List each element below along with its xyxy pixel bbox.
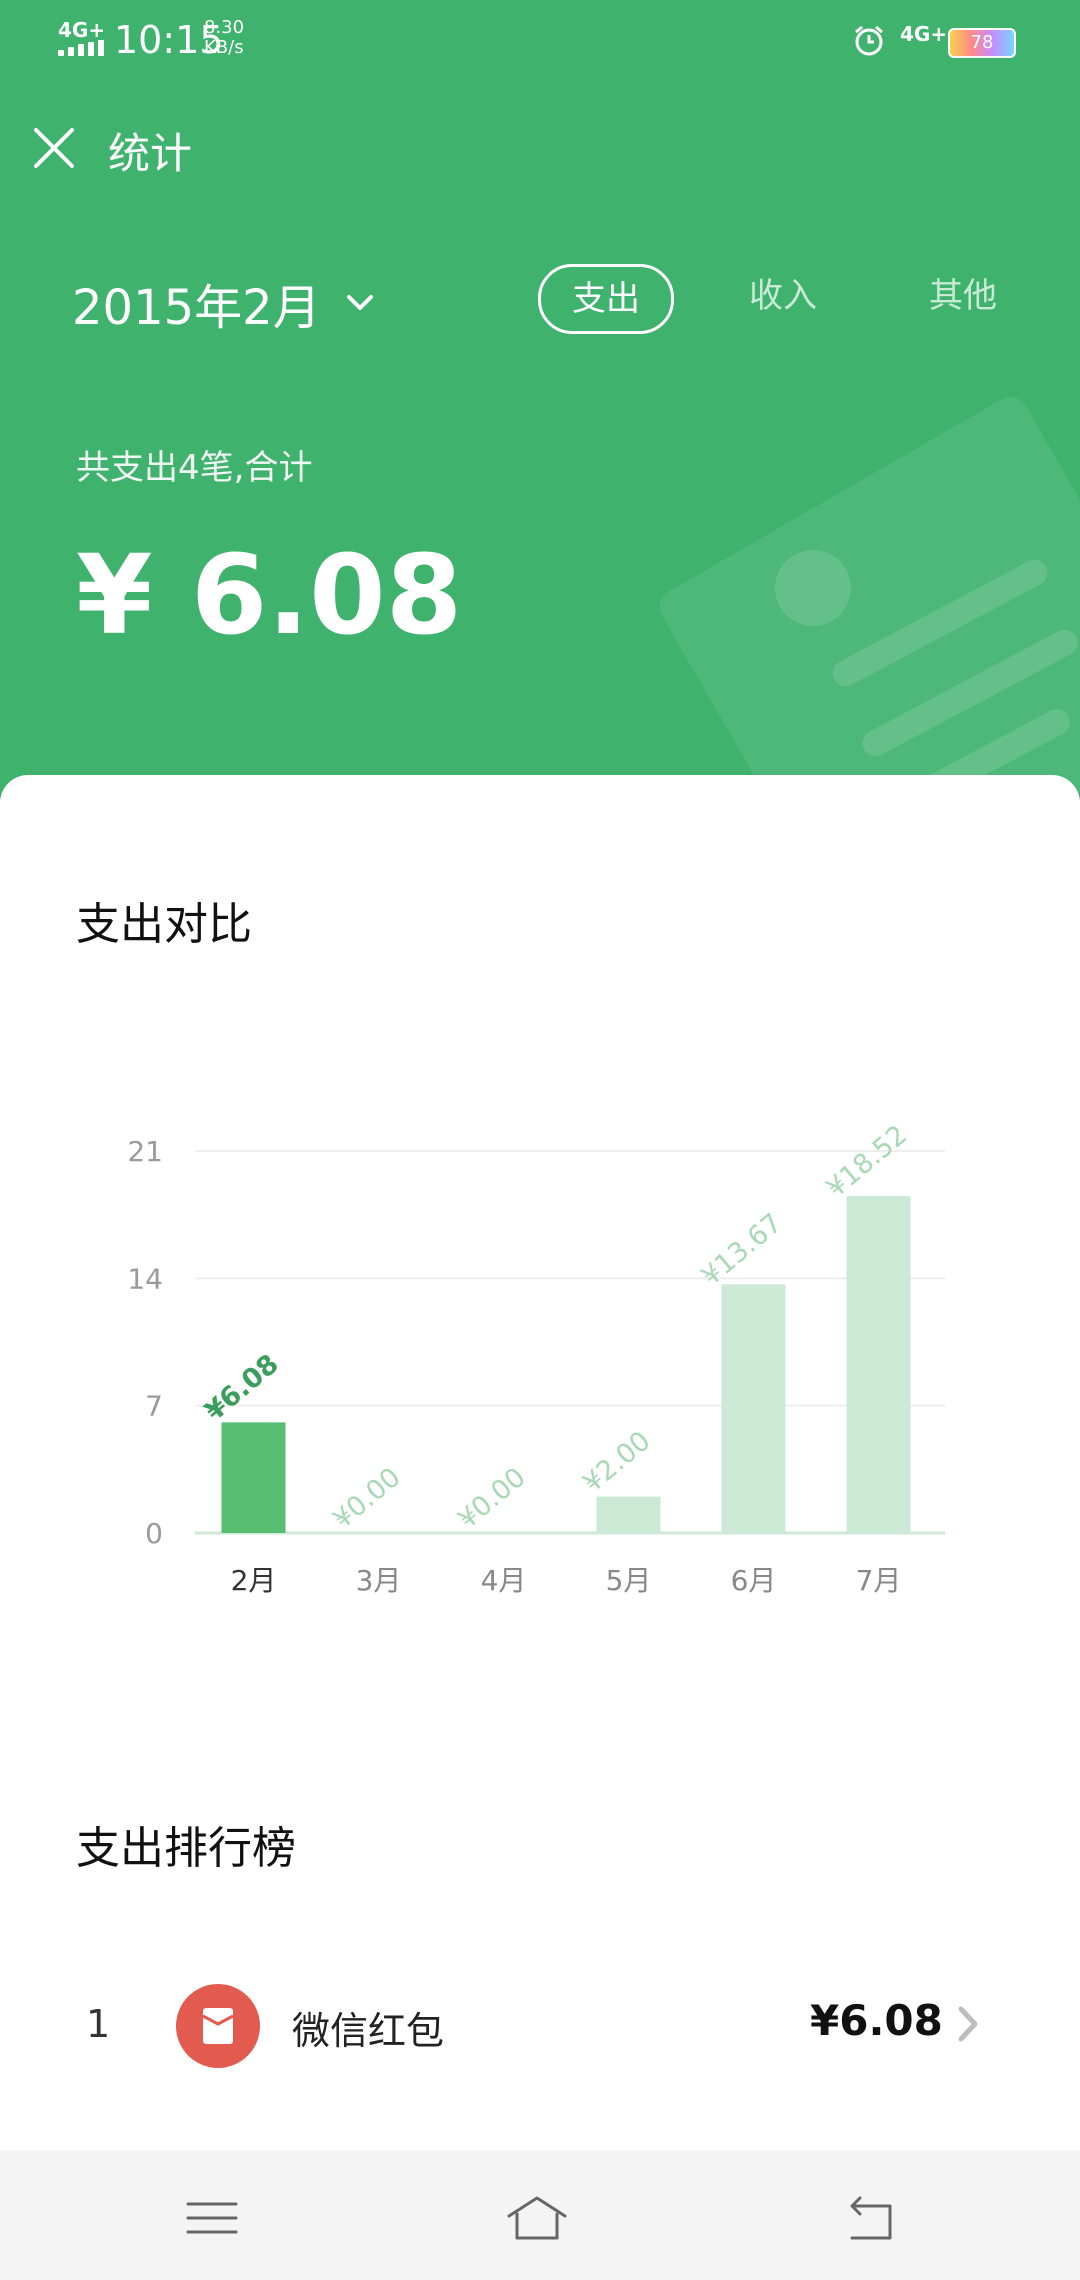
bar — [221, 1422, 286, 1533]
y-tick-label: 21 — [127, 1135, 163, 1168]
summary-text: 共支出4笔,合计 — [76, 448, 313, 488]
battery-icon: 78 — [948, 28, 1016, 58]
chevron-down-icon — [346, 295, 373, 310]
alarm-icon — [855, 25, 883, 56]
bar-value-label: ¥2.00 — [577, 1425, 656, 1498]
x-tick-label: 6月 — [731, 1564, 777, 1597]
x-tick-label: 2月 — [231, 1564, 277, 1597]
x-tick-label: 7月 — [856, 1564, 902, 1597]
tab-other[interactable]: 其他 — [908, 264, 1018, 328]
navigation-bar — [0, 2150, 1080, 2280]
comparison-title: 支出对比 — [76, 899, 252, 950]
tab-income[interactable]: 收入 — [728, 264, 838, 328]
bar — [721, 1284, 786, 1533]
chevron-right-icon — [958, 2006, 978, 2042]
y-tick-label: 7 — [145, 1390, 163, 1423]
tab-expense[interactable]: 支出 — [538, 264, 674, 334]
red-envelope-icon — [176, 1984, 260, 2068]
ranking-title: 支出排行榜 — [76, 1823, 296, 1874]
status-bar: 4G+ 10:15 8.30 KB/s 4G+ 78 — [0, 0, 1080, 84]
total-amount: ¥ 6.08 — [76, 531, 463, 659]
header: 4G+ 10:15 8.30 KB/s 4G+ 78 统计 2015年2月 支出… — [0, 0, 1080, 800]
rank-amount: ¥6.08 — [810, 1996, 943, 2045]
comparison-chart: 0 7 14 21 ¥6.08 2月 ¥0.00 3月 ¥0.00 4月 ¥2.00 5月 ¥13.67… — [127, 1119, 945, 1597]
close-icon[interactable] — [30, 124, 78, 172]
bar-value-label: ¥0.00 — [452, 1462, 531, 1535]
bar-value-label: ¥13.67 — [696, 1208, 788, 1292]
signal-icon — [58, 40, 106, 56]
date-label: 2015年2月 — [72, 280, 321, 336]
x-tick-label: 3月 — [356, 1564, 402, 1597]
bar-value-label: ¥18.52 — [821, 1119, 913, 1203]
back-icon[interactable] — [838, 2190, 902, 2246]
bar-value-label: ¥6.08 — [199, 1349, 284, 1428]
y-tick-label: 14 — [127, 1262, 163, 1295]
ranking-row[interactable]: 1 微信红包 ¥6.08 — [0, 1980, 1080, 2070]
date-selector[interactable]: 2015年2月 — [72, 268, 377, 338]
network-type-right: 4G+ — [900, 22, 948, 46]
bar — [596, 1496, 661, 1533]
network-type: 4G+ — [58, 18, 106, 42]
x-tick-label: 4月 — [481, 1564, 527, 1597]
bar-value-label: ¥0.00 — [327, 1462, 406, 1535]
rank-category-name: 微信红包 — [292, 2009, 445, 2053]
type-tabs: 支出 收入 其他 — [538, 264, 1038, 334]
home-icon[interactable] — [505, 2190, 569, 2246]
menu-icon[interactable] — [180, 2190, 244, 2246]
decoration-circle — [775, 550, 851, 626]
rank-number: 1 — [86, 2002, 111, 2046]
network-speed: 8.30 KB/s — [204, 17, 245, 58]
x-tick-label: 5月 — [606, 1564, 652, 1597]
page-title: 统计 — [108, 129, 193, 178]
bar — [846, 1196, 911, 1533]
y-tick-label: 0 — [145, 1517, 163, 1550]
